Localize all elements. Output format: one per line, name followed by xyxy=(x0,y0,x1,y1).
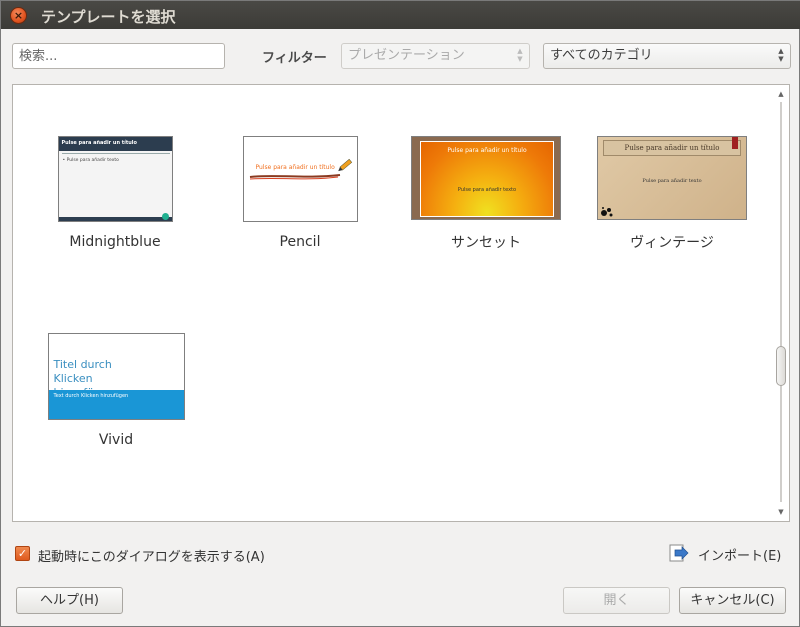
preview-text: Pulse para añadir texto xyxy=(642,178,702,184)
template-thumbnail[interactable]: Pulse para añadir un título Pulse para a… xyxy=(597,136,747,220)
preview-text: • Pulse para añadir texto xyxy=(62,158,119,163)
template-pencil[interactable]: Pulse para añadir un título Pencil xyxy=(225,136,375,250)
template-name: ヴィンテージ xyxy=(630,235,714,251)
template-grid: Pulse para añadir un título • Pulse para… xyxy=(12,84,790,522)
scroll-up-icon[interactable]: ▲ xyxy=(776,89,786,99)
preview-text: Pulse para añadir texto xyxy=(457,187,517,193)
title-bar: × テンプレートを選択 xyxy=(1,1,800,29)
template-thumbnail[interactable]: Pulse para añadir un título Pulse para a… xyxy=(411,136,561,220)
template-name: サンセット xyxy=(451,235,521,251)
import-icon xyxy=(669,544,689,562)
window-title: テンプレートを選択 xyxy=(41,8,176,26)
template-thumbnail[interactable]: Titel durch Klicken hinzufügen Text durc… xyxy=(47,333,185,420)
template-thumbnail[interactable]: Pulse para añadir un título xyxy=(242,136,358,222)
template-midnightblue[interactable]: Pulse para añadir un título • Pulse para… xyxy=(40,136,190,250)
template-name: Vivid xyxy=(98,432,134,448)
spin-arrows-icon: ▲ ▼ xyxy=(517,47,523,63)
close-icon[interactable]: × xyxy=(10,7,27,24)
show-on-startup-checkbox[interactable]: ✓ xyxy=(15,546,30,561)
template-vivid[interactable]: Titel durch Klicken hinzufügen Text durc… xyxy=(41,333,191,448)
open-button[interactable]: 開く xyxy=(563,587,670,614)
ink-splash-icon xyxy=(601,207,613,217)
pencil-icon xyxy=(249,158,352,180)
template-name: Midnightblue xyxy=(69,234,161,250)
filter-label: フィルター xyxy=(262,51,327,66)
circle-icon xyxy=(161,213,169,220)
template-name: Pencil xyxy=(279,234,321,250)
import-label: インポート(E) xyxy=(698,549,782,564)
preview-text: Text durch Klicken hinzufügen xyxy=(53,393,129,399)
document-type-value: プレゼンテーション xyxy=(348,48,465,63)
search-input[interactable] xyxy=(12,43,225,69)
template-dialog: × テンプレートを選択 フィルター プレゼンテーション ▲▼ すべてのカテゴリ … xyxy=(0,0,800,627)
help-button[interactable]: ヘルプ(H) xyxy=(16,587,123,614)
category-value: すべてのカテゴリ xyxy=(550,48,653,63)
ribbon-icon xyxy=(732,137,738,149)
preview-title: Pulse para añadir un título xyxy=(58,137,172,151)
scroll-thumb[interactable] xyxy=(776,346,786,386)
template-thumbnail[interactable]: Pulse para añadir un título • Pulse para… xyxy=(57,136,173,222)
document-type-select: プレゼンテーション ▲ ▼ xyxy=(341,43,530,69)
import-button[interactable]: インポート(E) xyxy=(669,542,785,564)
preview-title: Pulse para añadir un título xyxy=(447,147,527,154)
show-on-startup-label: 起動時にこのダイアログを表示する(A) xyxy=(38,550,265,565)
spin-arrows-icon: ▲ ▼ xyxy=(778,47,784,63)
vertical-scrollbar[interactable]: ▲ ▼ xyxy=(774,86,788,520)
category-select[interactable]: すべてのカテゴリ ▲ ▼ xyxy=(543,43,791,69)
template-sunset[interactable]: Pulse para añadir un título Pulse para a… xyxy=(411,136,561,252)
template-vintage[interactable]: Pulse para añadir un título Pulse para a… xyxy=(597,136,747,252)
scroll-down-icon[interactable]: ▼ xyxy=(776,507,786,517)
preview-title: Pulse para añadir un título xyxy=(603,140,741,156)
cancel-button[interactable]: キャンセル(C) xyxy=(679,587,786,614)
